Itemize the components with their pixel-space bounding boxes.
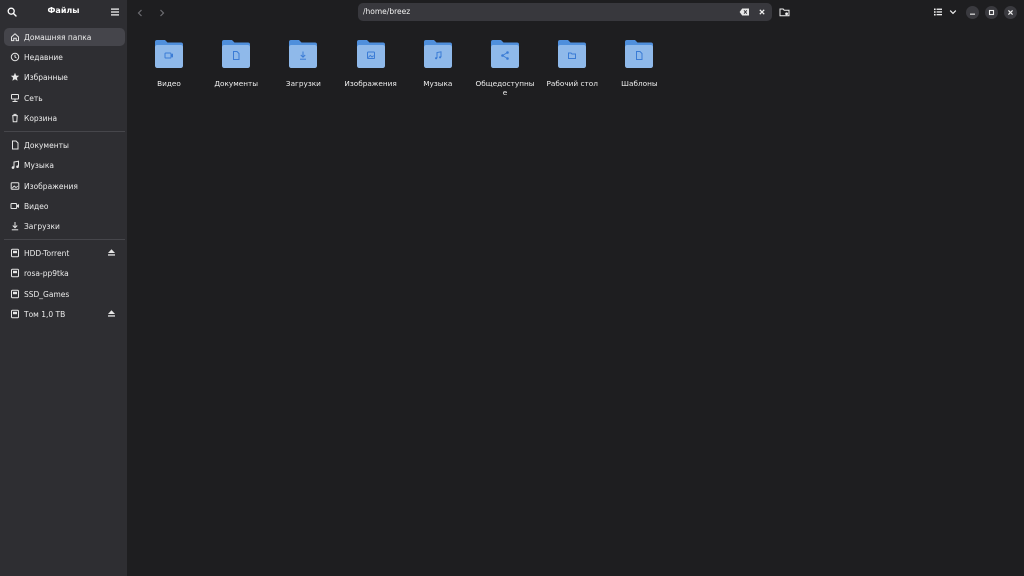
location-entry[interactable]: /home/breez (358, 3, 772, 21)
video-icon (10, 203, 19, 209)
view-options-button[interactable] (946, 5, 960, 19)
music-icon (11, 160, 19, 169)
folder-item[interactable]: Общедоступные (475, 39, 535, 97)
sidebar-item-music[interactable]: Музыка (4, 156, 125, 174)
app-title: Файлы (47, 6, 80, 15)
sidebar-item-ssd-games[interactable]: SSD_Games (4, 285, 125, 303)
forward-button[interactable] (155, 6, 169, 20)
sidebar-divider (4, 239, 125, 240)
sidebar-item-label: Домашняя папка (24, 32, 92, 42)
sidebar-item-home[interactable]: Домашняя папка (4, 28, 125, 46)
sidebar-item-label: SSD_Games (24, 289, 70, 299)
close-window-button[interactable] (1004, 6, 1017, 19)
folder-item[interactable]: Видео (139, 39, 199, 88)
eject-icon[interactable] (107, 309, 116, 318)
view-mode-button[interactable] (931, 5, 945, 19)
eject-icon[interactable] (107, 248, 116, 257)
folder-item[interactable]: Загрузки (273, 39, 333, 88)
chevron-down-icon (949, 10, 957, 15)
drive-icon (11, 248, 19, 258)
path-text[interactable]: /home/breez (363, 7, 410, 16)
folder-search-icon (779, 8, 789, 16)
folder-item[interactable]: Музыка (408, 39, 468, 88)
document-icon (12, 140, 19, 150)
sidebar-item-trash[interactable]: Корзина (4, 109, 125, 127)
sidebar-item-starred[interactable]: Избранные (4, 68, 125, 86)
star-icon (10, 72, 20, 81)
sidebar-item-label: Изображения (24, 181, 78, 191)
chevron-right-icon (160, 9, 165, 17)
folder-label: Музыка (423, 79, 453, 88)
folder-icon (356, 40, 385, 68)
folder-icon (222, 40, 251, 68)
folder-icon (491, 40, 519, 68)
folder-icon (289, 40, 318, 68)
folder-item[interactable]: Изображения (341, 39, 401, 88)
sidebar-item-label: rosa-pp9tka (24, 268, 69, 278)
folder-label: Документы (214, 79, 259, 88)
sidebar-item-pictures[interactable]: Изображения (4, 177, 125, 195)
hamburger-menu-icon[interactable] (110, 7, 120, 17)
drive-icon (11, 268, 19, 278)
sidebar-item-label: Видео (24, 201, 49, 211)
list-view-icon (934, 8, 942, 16)
sidebar-item-label: HDD-Torrent (24, 248, 70, 258)
chevron-left-icon (137, 9, 142, 17)
folder-label: Загрузки (285, 79, 321, 88)
close-icon[interactable] (757, 7, 767, 17)
folder-item[interactable]: Документы (206, 39, 266, 88)
sidebar-item-label: Избранные (24, 72, 68, 82)
folder-label: Видео (157, 79, 181, 88)
download-icon (11, 222, 19, 231)
sidebar-item-label: Недавние (24, 52, 63, 62)
network-icon (11, 94, 19, 102)
folder-label: Общедоступные (475, 79, 535, 97)
image-icon (10, 182, 20, 190)
minimize-icon (970, 13, 975, 15)
sidebar-item-rosa[interactable]: rosa-pp9tka (4, 264, 125, 282)
sidebar-header: Файлы (0, 0, 127, 24)
sidebar-item-recent[interactable]: Недавние (4, 48, 125, 66)
folder-label: Изображения (344, 79, 397, 88)
files-window: Файлы Домашняя папка Недавние Избранные … (0, 0, 1024, 576)
main-view: /home/breez Видео Документы Загрузки Изобра… (127, 0, 1024, 576)
back-button[interactable] (133, 6, 147, 20)
sidebar-item-videos[interactable]: Видео (4, 197, 125, 215)
folder-item[interactable]: Шаблоны (609, 39, 669, 88)
clock-icon (10, 52, 20, 62)
home-icon (11, 33, 19, 42)
new-folder-button[interactable] (777, 5, 791, 19)
maximize-button[interactable] (985, 6, 998, 19)
sidebar-item-label: Документы (24, 140, 69, 150)
trash-icon (12, 113, 18, 123)
drive-icon (11, 289, 19, 299)
clear-text-icon[interactable] (739, 7, 750, 17)
folder-label: Рабочий стол (546, 79, 598, 88)
close-icon (1007, 9, 1014, 16)
sidebar-item-label: Корзина (24, 113, 58, 123)
sidebar-item-label: Том 1,0 ТВ (24, 309, 66, 319)
sidebar-item-downloads[interactable]: Загрузки (4, 217, 125, 235)
folder-icon (423, 40, 452, 68)
folder-icon (155, 40, 183, 68)
sidebar-item-volume[interactable]: Том 1,0 ТВ (4, 305, 125, 323)
folder-item[interactable]: Рабочий стол (542, 39, 602, 88)
folder-label: Шаблоны (621, 79, 658, 88)
maximize-icon (988, 9, 995, 16)
sidebar-item-label: Музыка (24, 160, 54, 170)
sidebar-item-label: Загрузки (24, 221, 60, 231)
drive-icon (11, 309, 19, 319)
folder-icon (558, 40, 587, 68)
sidebar-divider (4, 131, 125, 132)
sidebar-item-documents[interactable]: Документы (4, 136, 125, 154)
folder-icon (625, 40, 654, 68)
sidebar-item-label: Сеть (24, 93, 43, 103)
sidebar-item-network[interactable]: Сеть (4, 89, 125, 107)
minimize-button[interactable] (966, 6, 979, 19)
sidebar-item-hdd-torrent[interactable]: HDD-Torrent (4, 244, 125, 262)
sidebar: Файлы Домашняя папка Недавние Избранные … (0, 0, 127, 576)
